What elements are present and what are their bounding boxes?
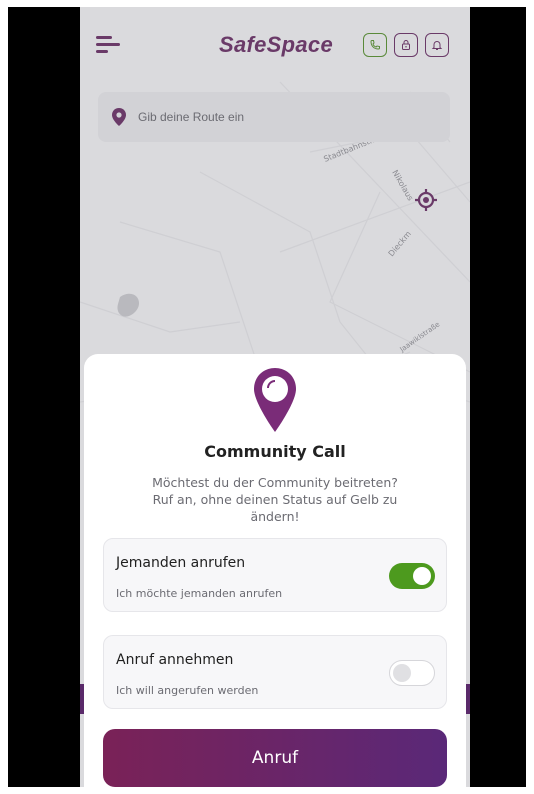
menu-icon[interactable] (96, 34, 122, 56)
map-label-3: Dieckm (387, 229, 413, 258)
top-frame (0, 0, 534, 7)
map-label-2: Nikolaus (390, 169, 415, 203)
option-title: Anruf annehmen (116, 652, 234, 668)
community-call-modal: Community Call Möchtest du der Community… (84, 354, 466, 787)
option-call-someone[interactable]: Jemanden anrufen Ich möchte jemanden anr… (103, 538, 447, 612)
bell-icon (431, 41, 443, 50)
bell-button[interactable] (425, 33, 449, 57)
accept-call-toggle[interactable] (389, 660, 435, 686)
call-button[interactable]: Anruf (103, 729, 447, 787)
modal-title: Community Call (204, 442, 346, 461)
modal-description: Möchtest du der Community beitreten? Ruf… (152, 475, 398, 524)
left-frame (0, 0, 8, 794)
option-subtitle: Ich will angerufen werden (116, 684, 259, 697)
route-search-placeholder: Gib deine Route ein (138, 110, 245, 124)
lock-icon (402, 40, 410, 50)
locate-me-icon[interactable] (414, 188, 438, 212)
option-subtitle: Ich möchte jemanden anrufen (116, 587, 283, 600)
call-someone-toggle[interactable] (389, 563, 435, 589)
lock-button[interactable] (394, 33, 418, 57)
map-label-4: Jaawiklstraße (398, 320, 442, 354)
route-search-input[interactable]: Gib deine Route ein (98, 92, 450, 142)
app-title: SafeSpace (219, 32, 333, 57)
location-pin-icon (112, 108, 126, 126)
right-frame (526, 0, 534, 794)
phone-icon (370, 40, 380, 50)
option-title: Jemanden anrufen (116, 555, 246, 571)
app-header: SafeSpace (80, 7, 470, 72)
phone-button[interactable] (363, 33, 387, 57)
phone-screen: Stadtbahnstr. Nikolaus Dieckm Jaawiklstr… (80, 7, 470, 787)
safespace-pin-logo (254, 368, 296, 432)
bottom-frame (0, 787, 534, 794)
option-accept-call[interactable]: Anruf annehmen Ich will angerufen werden (103, 635, 447, 709)
